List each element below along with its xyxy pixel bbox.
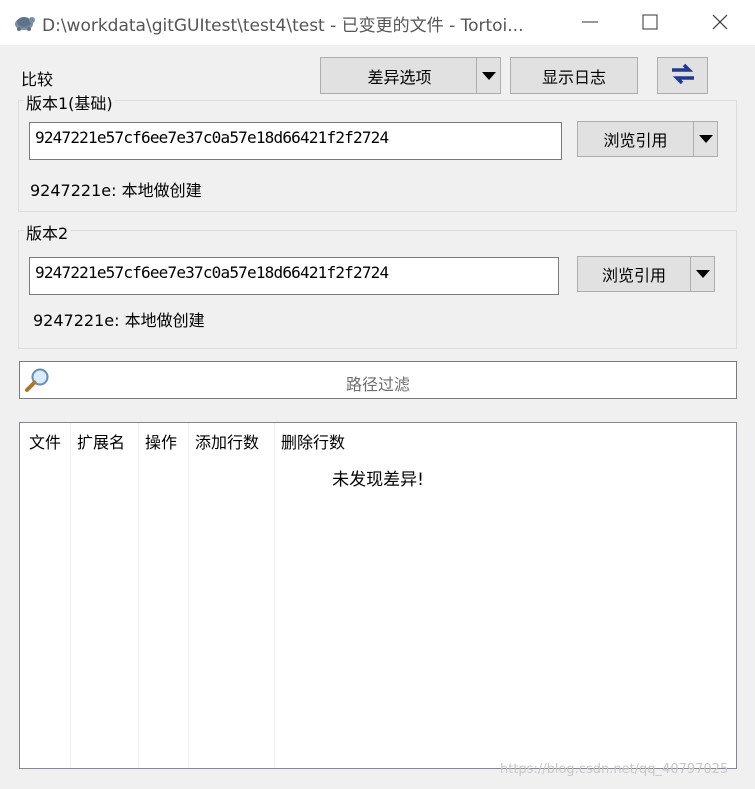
version1-commit-message: 本地做创建: [121, 181, 202, 200]
version2-browse-dropdown-arrow[interactable]: [690, 257, 714, 291]
version2-commit-info: 9247221e: 本地做创建: [33, 307, 205, 331]
show-log-label: 显示日志: [541, 67, 606, 87]
no-differences-message: 未发现差异!: [332, 470, 424, 490]
watermark: https://blog.csdn.net/qq_40797025: [500, 762, 729, 777]
maximize-button[interactable]: [620, 0, 680, 45]
chevron-down-icon: [481, 71, 496, 80]
chevron-down-icon: [698, 135, 713, 143]
column-header-file[interactable]: 文件: [29, 429, 61, 453]
version2-browse-button[interactable]: 浏览引用: [577, 256, 715, 292]
close-button[interactable]: [690, 0, 750, 45]
version2-commit-message: 本地做创建: [124, 311, 205, 330]
title-bar: D:\workdata\gitGUItest\test4\test - 已变更的…: [0, 0, 755, 45]
version2-title: 版本2: [24, 220, 71, 244]
diff-options-dropdown-arrow[interactable]: [476, 58, 500, 93]
diff-options-label: 差异选项: [367, 67, 432, 87]
version2-browse-label: 浏览引用: [601, 266, 666, 285]
changed-files-list[interactable]: 文件 扩展名 操作 添加行数 删除行数 未发现差异!: [19, 422, 737, 769]
diff-options-button[interactable]: 差异选项: [320, 57, 501, 94]
path-filter-input[interactable]: 路径过滤: [19, 361, 737, 399]
show-log-button[interactable]: 显示日志: [510, 57, 638, 94]
column-header-lines-removed[interactable]: 删除行数: [281, 429, 345, 453]
version1-short-hash: 9247221e:: [30, 181, 117, 200]
version1-hash-input[interactable]: 9247221e57cf6ee7e37c0a57e18d66421f2f2724: [29, 122, 562, 160]
version1-browse-label: 浏览引用: [603, 131, 668, 150]
version2-short-hash: 9247221e:: [33, 311, 120, 330]
version1-browse-dropdown-arrow[interactable]: [693, 122, 717, 156]
chevron-down-icon: [695, 270, 710, 278]
version1-commit-info: 9247221e: 本地做创建: [30, 177, 202, 201]
version2-hash-input[interactable]: 9247221e57cf6ee7e37c0a57e18d66421f2f2724: [29, 257, 559, 295]
version1-browse-button[interactable]: 浏览引用: [577, 121, 718, 157]
compare-label: 比较: [21, 70, 54, 89]
tortoisegit-icon: [12, 10, 36, 34]
swap-arrows-icon: [669, 62, 697, 90]
minimize-button[interactable]: [560, 0, 620, 45]
version1-title: 版本1(基础): [24, 90, 115, 114]
column-header-extension[interactable]: 扩展名: [77, 429, 125, 453]
column-header-lines-added[interactable]: 添加行数: [195, 429, 259, 453]
path-filter-placeholder: 路径过滤: [345, 375, 410, 394]
column-header-action[interactable]: 操作: [145, 429, 177, 453]
swap-versions-button[interactable]: [657, 57, 708, 94]
window-title: D:\workdata\gitGUItest\test4\test - 已变更的…: [42, 16, 524, 36]
